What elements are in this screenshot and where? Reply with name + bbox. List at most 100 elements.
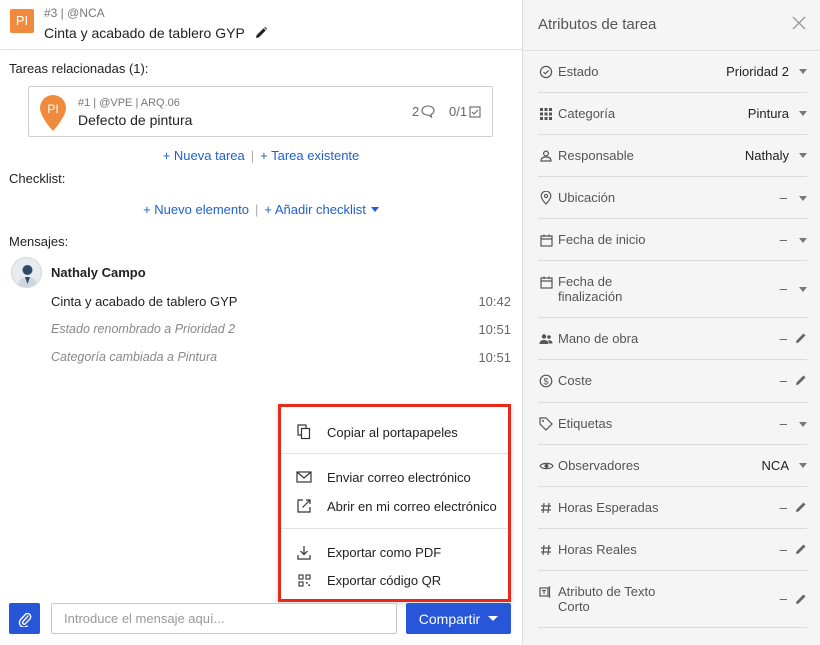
task-meta: #3 | @NCA (44, 6, 105, 20)
new-item-link[interactable]: + Nuevo elemento (143, 202, 249, 217)
send-email-item[interactable]: Enviar correo electrónico (281, 464, 508, 490)
attr-divider (538, 486, 807, 487)
attr-value: – (779, 416, 787, 431)
attr-horas-esperadas[interactable]: Horas Esperadas – (538, 500, 807, 520)
mail-icon (281, 471, 327, 483)
close-icon[interactable] (792, 16, 806, 33)
chevron-down-icon (799, 69, 807, 74)
attr-observadores[interactable]: Observadores NCA (538, 458, 807, 478)
attr-responsable[interactable]: Responsable Nathaly (538, 148, 807, 168)
hash-icon (538, 542, 554, 558)
attr-mano-de-obra[interactable]: Mano de obra – (538, 331, 807, 351)
checkbox-icon (469, 105, 481, 118)
checklist-count: 0/1 (449, 104, 481, 119)
attr-label: Responsable (558, 148, 634, 163)
chevron-down-icon (370, 207, 379, 212)
attr-label: Fecha de inicio (558, 232, 646, 247)
attr-label: Mano de obra (558, 331, 639, 346)
attr-value: – (779, 591, 787, 606)
related-task-card[interactable]: PI #1 | @VPE | ARQ.06 Defecto de pintura… (28, 86, 493, 137)
export-qr-label: Exportar código QR (327, 572, 442, 588)
share-button[interactable]: Compartir (406, 603, 511, 634)
task-title[interactable]: Cinta y acabado de tablero GYP (44, 25, 268, 43)
panel-divider (523, 50, 820, 51)
attr-label: Ubicación (558, 190, 616, 205)
attr-value: – (779, 190, 787, 205)
comments-count: 2 (412, 104, 435, 119)
chevron-down-icon (488, 616, 499, 621)
attr-divider (538, 444, 807, 445)
attr-horas-reales[interactable]: Horas Reales – (538, 542, 807, 562)
attr-value: – (779, 373, 787, 388)
message-time: 10:51 (478, 322, 511, 337)
attr-coste[interactable]: $ Coste – (538, 373, 807, 393)
copy-clipboard-item[interactable]: Copiar al portapapeles (281, 419, 508, 445)
task-detail-pane: PI #3 | @NCA Cinta y acabado de tablero … (0, 0, 522, 645)
attr-label: Observadores (558, 458, 640, 473)
copy-clipboard-label: Copiar al portapapeles (327, 424, 458, 440)
attr-texto-corto[interactable]: Atributo de Texto Corto – (538, 584, 807, 616)
avatar (11, 257, 42, 288)
message-time: 10:42 (478, 294, 511, 309)
open-email-item[interactable]: Abrir en mi correo electrónico (281, 493, 508, 519)
location-icon (538, 190, 554, 206)
related-task-actions: + Nueva tarea | + Tarea existente (162, 148, 360, 163)
task-header: PI #3 | @NCA Cinta y acabado de tablero … (0, 0, 522, 50)
attr-label: Horas Reales (558, 542, 637, 557)
share-dropdown-menu: Copiar al portapapeles Enviar correo ele… (278, 404, 511, 602)
menu-divider (281, 528, 508, 529)
attach-button[interactable] (9, 603, 40, 634)
attr-value: NCA (761, 458, 789, 473)
chevron-down-icon (799, 111, 807, 116)
attr-value: Nathaly (744, 148, 789, 163)
attr-ubicacion[interactable]: Ubicación – (538, 190, 807, 210)
grid-icon (538, 106, 554, 122)
new-task-link[interactable]: + Nueva tarea (163, 148, 245, 163)
message-time: 10:51 (478, 350, 511, 365)
attr-categoria[interactable]: Categoría Pintura (538, 106, 807, 126)
chevron-down-icon (799, 463, 807, 468)
comments-count-value: 2 (412, 104, 420, 119)
status-icon (538, 64, 554, 80)
chevron-down-icon (799, 238, 807, 243)
person-icon (538, 148, 554, 164)
attr-estado[interactable]: Estado Prioridad 2 (538, 64, 807, 84)
svg-text:$: $ (543, 376, 548, 386)
attr-value: – (779, 331, 787, 346)
chevron-down-icon (799, 422, 807, 427)
edit-pencil-icon[interactable] (795, 501, 807, 516)
category-badge: PI (10, 9, 34, 33)
attr-value: – (779, 232, 787, 247)
attr-divider (538, 359, 807, 360)
message-input[interactable] (51, 603, 397, 634)
edit-pencil-icon[interactable] (795, 374, 807, 389)
attr-divider (538, 92, 807, 93)
people-icon (538, 331, 554, 347)
attr-fecha-inicio[interactable]: Fecha de inicio – (538, 232, 807, 252)
share-button-label: Compartir (418, 610, 481, 627)
edit-pencil-icon[interactable] (795, 593, 807, 608)
checklist-count-value: 0/1 (449, 104, 468, 119)
edit-pencil-icon[interactable] (254, 26, 268, 43)
attr-label: Coste (558, 373, 592, 388)
add-checklist-link[interactable]: + Añadir checklist (264, 202, 379, 217)
messages-label: Mensajes: (9, 234, 69, 249)
related-tasks-label: Tareas relacionadas (1): (9, 61, 149, 76)
external-link-icon (281, 499, 327, 513)
existing-task-link[interactable]: + Tarea existente (260, 148, 359, 163)
edit-pencil-icon[interactable] (795, 332, 807, 347)
attr-divider (538, 317, 807, 318)
export-pdf-label: Exportar como PDF (327, 544, 442, 560)
export-qr-item[interactable]: Exportar código QR (281, 567, 508, 593)
panel-title: Atributos de tarea (538, 16, 657, 33)
copy-icon (281, 424, 327, 440)
attr-etiquetas[interactable]: Etiquetas – (538, 416, 807, 436)
attr-fecha-finalizacion[interactable]: Fecha de finalización – (538, 274, 807, 306)
attr-label: Etiquetas (558, 416, 613, 431)
checklist-actions: + Nuevo elemento | + Añadir checklist (0, 202, 522, 217)
edit-pencil-icon[interactable] (795, 543, 807, 558)
hash-icon (538, 500, 554, 516)
export-pdf-item[interactable]: Exportar como PDF (281, 539, 508, 565)
download-icon (281, 545, 327, 560)
attr-divider (538, 402, 807, 403)
